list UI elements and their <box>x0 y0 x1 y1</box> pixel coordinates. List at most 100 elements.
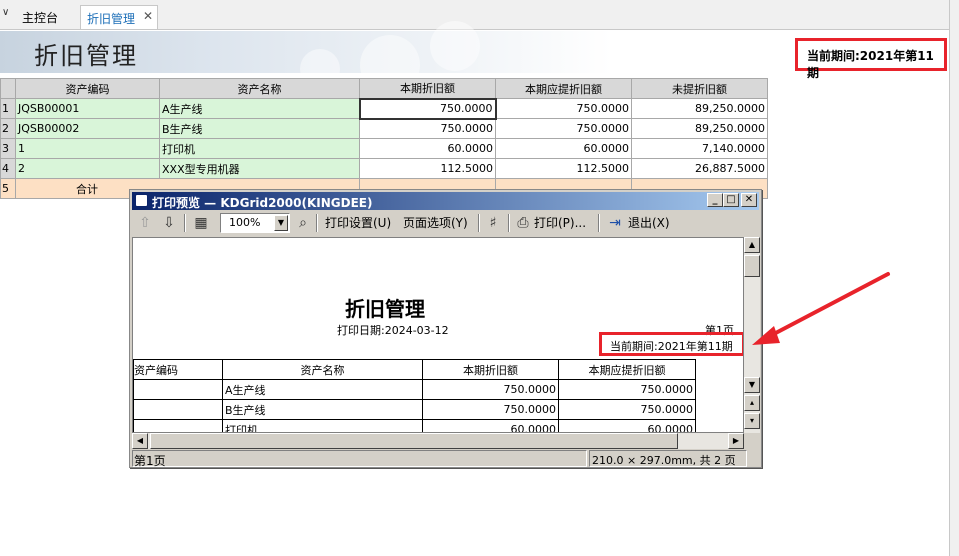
first-page-icon[interactable]: ⇧ <box>136 214 154 232</box>
preview-cell: 60.0000 <box>422 419 559 432</box>
preview-cell: B生产线 <box>222 399 423 420</box>
zoom-value: 100% <box>229 216 261 229</box>
zoom-select[interactable]: 100% ▼ <box>220 213 290 233</box>
dialog-title: 打印预览 — KDGrid2000(KINGDEE) <box>152 196 373 210</box>
scroll-up-icon[interactable]: ▲ <box>744 237 760 253</box>
cell-code[interactable]: 2 <box>15 158 160 179</box>
column-header[interactable]: 未提折旧额 <box>631 78 768 99</box>
table-row[interactable]: 2 JQSB00002 B生产线 750.0000 750.0000 89,25… <box>0 118 768 139</box>
toolbar-separator <box>316 214 318 232</box>
row-number[interactable]: 4 <box>0 158 16 179</box>
status-bar: 第1页 210.0 × 297.0mm, 共 2 页 <box>132 450 759 468</box>
printer-icon[interactable]: ⎙ <box>514 214 532 232</box>
corner-cell[interactable] <box>0 78 16 99</box>
tab-bar: ∨ 主控台 折旧管理 ✕ <box>0 0 959 30</box>
cell-should-depreciate[interactable]: 750.0000 <box>495 118 632 139</box>
page-title: 折旧管理 <box>34 42 138 70</box>
tab-console[interactable]: 主控台 <box>16 5 76 29</box>
toolbar-separator <box>598 214 600 232</box>
cell-depreciation[interactable]: 60.0000 <box>359 138 496 159</box>
zoom-icon[interactable]: ⌕ <box>294 214 312 232</box>
chevron-down-icon[interactable]: ▼ <box>274 215 288 231</box>
scroll-right-icon[interactable]: ▶ <box>728 433 744 449</box>
page-header: 折旧管理 当前期间:2021年第11期 <box>0 21 949 95</box>
cell-remaining[interactable]: 89,250.0000 <box>631 98 768 119</box>
preview-cell: A生产线 <box>222 379 423 400</box>
cell-remaining[interactable]: 26,887.5000 <box>631 158 768 179</box>
row-number[interactable]: 3 <box>0 138 16 159</box>
print-settings-button[interactable]: 打印设置(U) <box>325 214 391 232</box>
gridlines-icon[interactable]: ♯ <box>484 214 502 232</box>
column-header[interactable]: 本期折旧额 <box>359 78 496 99</box>
preview-cell <box>133 379 223 400</box>
cell-code[interactable]: 1 <box>15 138 160 159</box>
preview-canvas: 折旧管理 打印日期:2024-03-12 第1页 当前期间:2021年第11期 … <box>132 237 744 433</box>
dialog-titlebar[interactable]: 打印预览 — KDGrid2000(KINGDEE) _ □ ✕ <box>132 192 759 210</box>
toolbar-separator <box>184 214 186 232</box>
scroll-thumb[interactable] <box>744 255 760 277</box>
table-row[interactable]: 1 JQSB00001 A生产线 750.0000 750.0000 89,25… <box>0 97 768 120</box>
cell-depreciation[interactable]: 112.5000 <box>359 158 496 179</box>
grid-view-icon[interactable]: ▦ <box>192 214 210 232</box>
preview-row: B生产线 750.0000 750.0000 <box>133 399 696 420</box>
next-page-icon[interactable]: ⇩ <box>160 214 178 232</box>
chevron-down-icon[interactable]: ∨ <box>2 7 14 21</box>
minimize-button[interactable]: _ <box>707 193 723 207</box>
preview-cell: 60.0000 <box>558 419 696 432</box>
tab-depreciation[interactable]: 折旧管理 ✕ <box>80 5 158 29</box>
cell-remaining[interactable]: 7,140.0000 <box>631 138 768 159</box>
row-number[interactable]: 2 <box>0 118 16 139</box>
cell-name[interactable]: 打印机 <box>159 138 360 159</box>
status-paper-size: 210.0 × 297.0mm, 共 2 页 <box>589 450 747 467</box>
preview-vertical-scrollbar[interactable]: ▲ ▼ ▴ ▾ <box>744 237 760 433</box>
preview-header: 资产编码 资产名称 本期折旧额 本期应提折旧额 <box>133 359 696 380</box>
cell-should-depreciate[interactable]: 750.0000 <box>495 98 632 119</box>
table-row[interactable]: 4 2 XXX型专用机器 112.5000 112.5000 26,887.50… <box>0 158 768 179</box>
table-row[interactable]: 3 1 打印机 60.0000 60.0000 7,140.0000 <box>0 138 768 159</box>
cell-code[interactable]: JQSB00002 <box>15 118 160 139</box>
table-header: 资产编码 资产名称 本期折旧额 本期应提折旧额 未提折旧额 <box>0 78 768 99</box>
preview-toolbar: ⇧ ⇩ ▦ 100% ▼ ⌕ 打印设置(U) 页面选项(Y) ♯ ⎙ 打印(P)… <box>132 211 759 235</box>
preview-row: 打印机 60.0000 60.0000 <box>133 419 696 432</box>
column-header[interactable]: 本期应提折旧额 <box>495 78 632 99</box>
cell-name[interactable]: XXX型专用机器 <box>159 158 360 179</box>
close-icon[interactable]: ✕ <box>143 9 153 23</box>
cell-code[interactable]: JQSB00001 <box>15 98 160 119</box>
preview-column-header: 资产编码 <box>133 359 223 380</box>
close-button[interactable]: ✕ <box>741 193 757 207</box>
exit-button[interactable]: 退出(X) <box>628 214 670 232</box>
cell-should-depreciate[interactable]: 112.5000 <box>495 158 632 179</box>
preview-cell: 750.0000 <box>558 379 696 400</box>
cell-depreciation[interactable]: 750.0000 <box>359 118 496 139</box>
preview-column-header: 本期折旧额 <box>422 359 559 380</box>
preview-cell <box>133 419 223 432</box>
cell-name[interactable]: B生产线 <box>159 118 360 139</box>
cell-name[interactable]: A生产线 <box>159 98 360 119</box>
cell-remaining[interactable]: 89,250.0000 <box>631 118 768 139</box>
column-header[interactable]: 资产编码 <box>15 78 160 99</box>
tab-label: 折旧管理 <box>87 12 136 26</box>
maximize-button[interactable]: □ <box>723 193 739 207</box>
status-page: 第1页 <box>132 450 587 468</box>
preview-column-header: 资产名称 <box>222 359 423 380</box>
cell-depreciation[interactable]: 750.0000 <box>358 97 497 120</box>
page-down-icon[interactable]: ▾ <box>744 413 760 429</box>
preview-table: 资产编码 资产名称 本期折旧额 本期应提折旧额 A生产线 750.0000 75… <box>133 359 696 432</box>
row-number[interactable]: 5 <box>0 178 16 199</box>
scroll-down-icon[interactable]: ▼ <box>744 377 760 393</box>
preview-print-date: 打印日期:2024-03-12 <box>337 324 449 337</box>
column-header[interactable]: 资产名称 <box>159 78 360 99</box>
scroll-thumb[interactable] <box>150 433 678 449</box>
app-icon <box>135 194 148 207</box>
scroll-left-icon[interactable]: ◀ <box>132 433 148 449</box>
exit-icon[interactable]: ⇥ <box>606 214 624 232</box>
depreciation-table: 资产编码 资产名称 本期折旧额 本期应提折旧额 未提折旧额 1 JQSB0000… <box>0 78 768 199</box>
preview-current-period: 当前期间:2021年第11期 <box>599 332 743 356</box>
page-options-button[interactable]: 页面选项(Y) <box>403 214 468 232</box>
cell-should-depreciate[interactable]: 60.0000 <box>495 138 632 159</box>
preview-horizontal-scrollbar[interactable]: ◀ ▶ <box>132 433 744 449</box>
print-button[interactable]: 打印(P)... <box>534 214 586 232</box>
vertical-scrollbar[interactable] <box>949 0 959 556</box>
row-number[interactable]: 1 <box>0 98 16 119</box>
page-up-icon[interactable]: ▴ <box>744 395 760 411</box>
